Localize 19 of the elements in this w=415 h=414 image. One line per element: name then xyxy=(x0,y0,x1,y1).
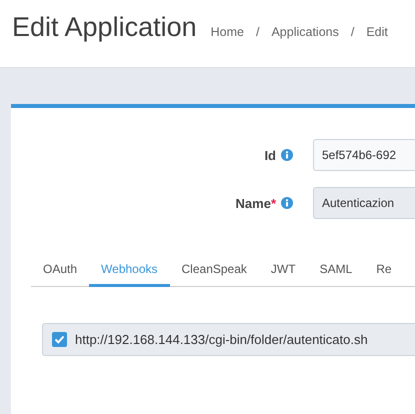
tab[interactable]: Re xyxy=(364,253,404,287)
text-field[interactable]: 5ef574b6-692 xyxy=(313,139,415,171)
tab[interactable]: CleanSpeak xyxy=(170,253,259,287)
field-label: Id xyxy=(264,148,276,162)
breadcrumb-separator: / xyxy=(256,25,260,39)
breadcrumb-link[interactable]: Home xyxy=(210,25,244,39)
webhook-url: http://192.168.144.133/cgi-bin/folder/autenticato.sh xyxy=(75,332,368,347)
page-title: Edit Application xyxy=(12,12,197,43)
info-icon[interactable] xyxy=(281,149,293,161)
tab[interactable]: OAuth xyxy=(31,253,90,287)
info-icon[interactable] xyxy=(281,197,293,209)
text-field[interactable]: Autenticazion xyxy=(313,187,415,219)
breadcrumb-separator: / xyxy=(350,25,354,39)
field-label: Name xyxy=(236,196,271,210)
tab[interactable]: SAML xyxy=(308,253,364,287)
tab[interactable]: JWT xyxy=(258,253,308,287)
checkbox[interactable] xyxy=(52,332,67,347)
breadcrumb-link[interactable]: Applications xyxy=(271,25,339,39)
required-mark: * xyxy=(270,196,276,210)
